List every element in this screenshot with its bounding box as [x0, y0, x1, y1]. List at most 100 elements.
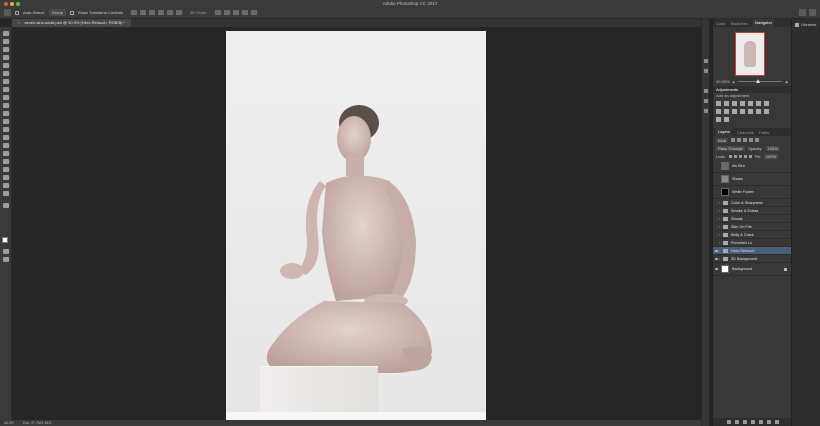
pen-tool-icon[interactable] [3, 151, 9, 156]
document-tab[interactable]: × seven-sins-small.psd @ 40.3% (Hero Ret… [12, 19, 131, 27]
curves-icon[interactable] [732, 101, 737, 106]
tab-navigator[interactable]: Navigator [752, 19, 775, 27]
layer-visibility-toggle[interactable] [713, 160, 719, 172]
blur-tool-icon[interactable] [3, 135, 9, 140]
layer-group-row[interactable]: › 3D Background [713, 255, 791, 263]
zoom-slider-knob[interactable] [755, 79, 760, 83]
zoom-out-icon[interactable]: ▴ [733, 79, 735, 84]
artboard-tool-icon[interactable] [3, 39, 9, 44]
marquee-tool-icon[interactable] [3, 47, 9, 52]
link-layers-icon[interactable] [726, 420, 731, 424]
layer-filter-dropdown[interactable]: Kind [716, 137, 729, 143]
photo-filter-icon[interactable] [724, 109, 729, 114]
align-right-icon[interactable] [176, 10, 183, 15]
tab-layers[interactable]: Layers [716, 128, 733, 136]
align-middle-icon[interactable] [140, 10, 147, 15]
crop-tool-icon[interactable] [3, 71, 9, 76]
layer-group-row[interactable]: › Belly & Crack [713, 231, 791, 239]
edit-toolbar-icon[interactable] [3, 203, 9, 208]
tab-channels[interactable]: Channels [737, 130, 754, 135]
eyedropper-tool-icon[interactable] [3, 79, 9, 84]
navigator-zoom-value[interactable]: 40.33% [716, 79, 730, 84]
lasso-tool-icon[interactable] [3, 55, 9, 60]
tab-color[interactable]: Color [716, 21, 726, 26]
align-bottom-icon[interactable] [149, 10, 156, 15]
filter-smart-object-icon[interactable] [755, 138, 760, 142]
channel-mixer-icon[interactable] [732, 109, 737, 114]
lock-position-icon[interactable] [738, 154, 742, 158]
3d-slide-icon[interactable] [242, 10, 249, 15]
type-tool-icon[interactable] [3, 159, 9, 164]
3d-drag-icon[interactable] [233, 10, 240, 15]
quick-mask-icon[interactable] [3, 249, 9, 254]
posterize-icon[interactable] [756, 109, 761, 114]
shape-tool-icon[interactable] [3, 175, 9, 180]
filter-pixel-icon[interactable] [731, 138, 736, 142]
new-group-icon[interactable] [758, 420, 763, 424]
move-tool-icon[interactable] [3, 31, 9, 36]
search-icon[interactable] [799, 9, 806, 16]
dodge-tool-icon[interactable] [3, 143, 9, 148]
navigator-preview[interactable] [713, 27, 791, 77]
zoom-level[interactable]: 40.3% [4, 421, 14, 425]
color-balance-icon[interactable] [764, 101, 769, 106]
layer-style-icon[interactable] [734, 420, 739, 424]
lock-image-icon[interactable] [733, 154, 737, 158]
align-center-icon[interactable] [167, 10, 174, 15]
delete-layer-icon[interactable] [774, 420, 779, 424]
lock-transparent-icon[interactable] [728, 154, 732, 158]
auto-select-dropdown[interactable]: Group [48, 9, 66, 16]
hand-tool-icon[interactable] [3, 183, 9, 188]
layer-visibility-toggle[interactable] [713, 186, 719, 198]
exposure-icon[interactable] [740, 101, 745, 106]
layer-row[interactable]: Iris Blur [713, 160, 791, 173]
document-info[interactable]: Doc: 27.7M/1.61G [23, 421, 51, 425]
layer-row[interactable]: Background [713, 263, 791, 276]
filter-shape-icon[interactable] [749, 138, 754, 142]
layer-visibility-toggle[interactable] [713, 173, 719, 185]
3d-scale-icon[interactable] [251, 10, 258, 15]
levels-icon[interactable] [724, 101, 729, 106]
brightness-icon[interactable] [716, 101, 721, 106]
tab-swatches[interactable]: Swatches [731, 21, 748, 26]
new-layer-icon[interactable] [766, 420, 771, 424]
clone-stamp-tool-icon[interactable] [3, 103, 9, 108]
3d-rotate-icon[interactable] [215, 10, 222, 15]
path-selection-tool-icon[interactable] [3, 167, 9, 172]
threshold-icon[interactable] [764, 109, 769, 114]
gradient-map-icon[interactable] [716, 117, 721, 122]
screen-mode-icon[interactable] [3, 257, 9, 262]
character-icon[interactable] [704, 99, 708, 103]
layer-group-row-selected[interactable]: › Hero Retouch [713, 247, 791, 255]
layer-visibility-toggle[interactable] [713, 263, 719, 275]
move-tool-preset-icon[interactable] [4, 9, 11, 16]
layer-row[interactable]: Shoes [713, 173, 791, 186]
invert-icon[interactable] [748, 109, 753, 114]
tab-paths[interactable]: Paths [759, 130, 769, 135]
color-lookup-icon[interactable] [740, 109, 745, 114]
brush-tool-icon[interactable] [3, 95, 9, 100]
zoom-in-icon[interactable]: ▲ [785, 79, 789, 84]
properties-icon[interactable] [704, 69, 708, 73]
layer-row[interactable]: White Footer [713, 186, 791, 199]
paragraph-icon[interactable] [704, 109, 708, 113]
navigator-view-box[interactable] [735, 32, 765, 76]
fill-field[interactable]: 100% [763, 153, 779, 159]
layer-group-row[interactable]: › Skin On File [713, 223, 791, 231]
layer-group-row[interactable]: › Shoots [713, 215, 791, 223]
lock-artboard-icon[interactable] [743, 154, 747, 158]
3d-roll-icon[interactable] [224, 10, 231, 15]
filter-adjustment-icon[interactable] [737, 138, 742, 142]
filter-type-icon[interactable] [743, 138, 748, 142]
history-icon[interactable] [704, 59, 708, 63]
layer-group-row[interactable]: › Color & Sharpness [713, 199, 791, 207]
vibrance-icon[interactable] [748, 101, 753, 106]
zoom-tool-icon[interactable] [3, 191, 9, 196]
lock-all-icon[interactable] [748, 154, 752, 158]
hue-saturation-icon[interactable] [756, 101, 761, 106]
auto-select-checkbox[interactable] [15, 10, 19, 15]
black-white-icon[interactable] [716, 109, 721, 114]
align-left-icon[interactable] [158, 10, 165, 15]
history-brush-tool-icon[interactable] [3, 111, 9, 116]
layer-group-row[interactable]: › Porcelain Lo [713, 239, 791, 247]
